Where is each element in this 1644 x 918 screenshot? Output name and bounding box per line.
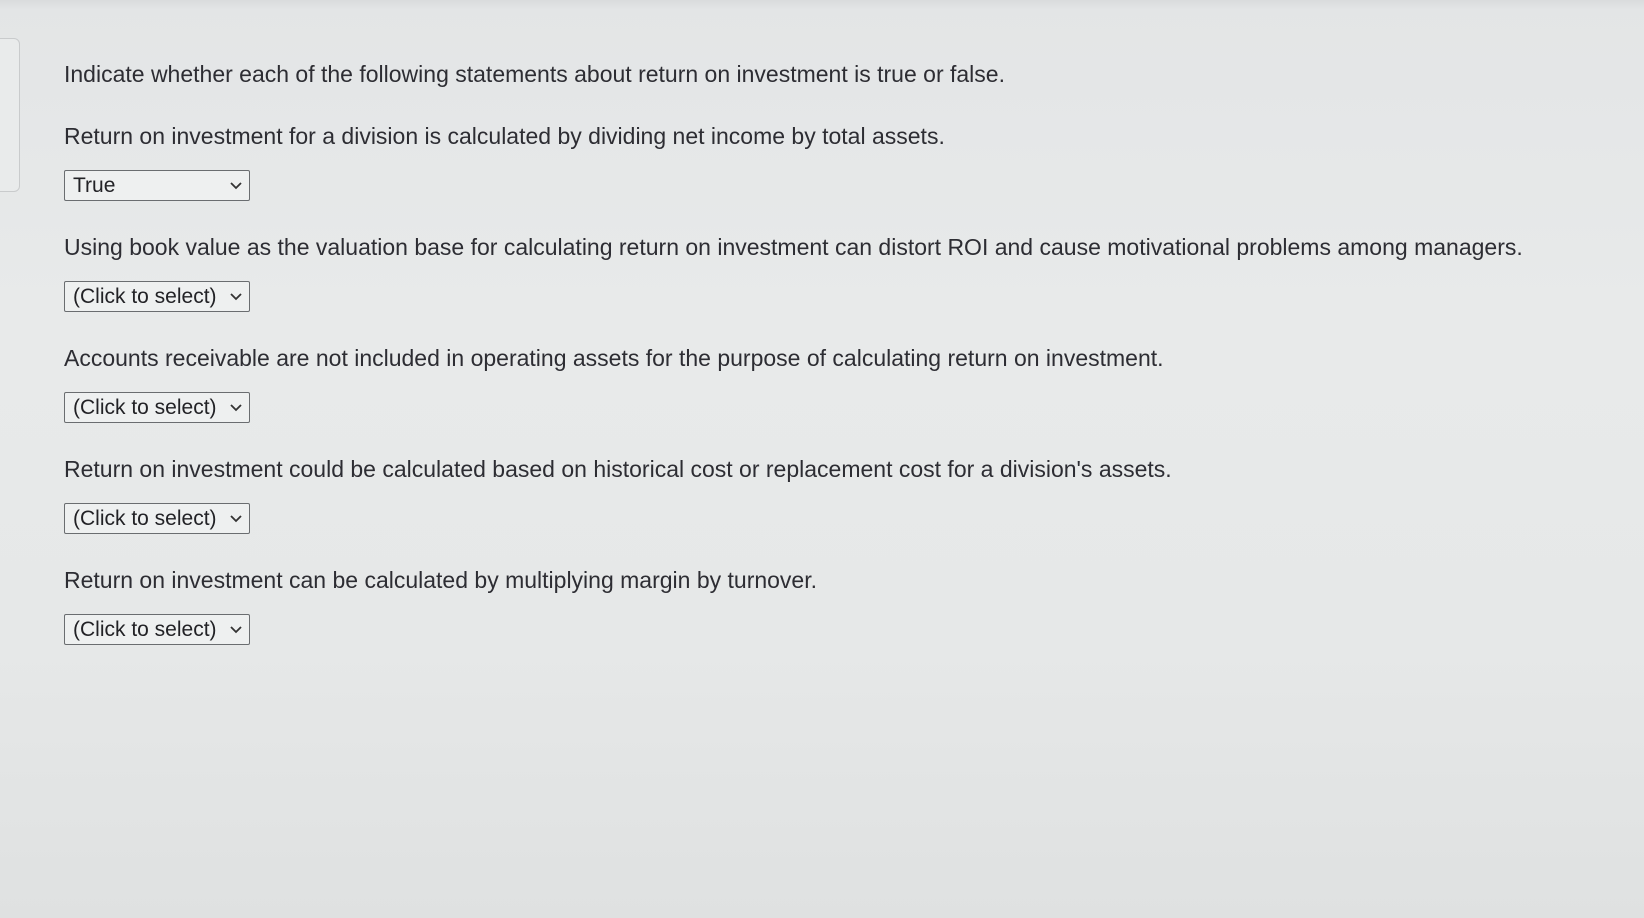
top-edge	[0, 0, 1644, 10]
dropdown-value: (Click to select)	[73, 506, 217, 530]
dropdown-value: (Click to select)	[73, 395, 217, 419]
answer-dropdown[interactable]: (Click to select)	[64, 503, 250, 534]
chevron-down-icon	[229, 512, 243, 526]
chevron-down-icon	[229, 401, 243, 415]
chevron-down-icon	[229, 623, 243, 637]
statement-block-3: Accounts receivable are not included in …	[64, 342, 1604, 453]
answer-dropdown[interactable]: (Click to select)	[64, 392, 250, 423]
statement-block-2: Using book value as the valuation base f…	[64, 231, 1604, 342]
statement-block-4: Return on investment could be calculated…	[64, 453, 1604, 564]
statement-text: Return on investment could be calculated…	[64, 456, 1172, 482]
answer-dropdown[interactable]: True	[64, 170, 250, 201]
chevron-down-icon	[229, 179, 243, 193]
instruction-text: Indicate whether each of the following s…	[64, 61, 1005, 87]
statement-text: Return on investment for a division is c…	[64, 123, 945, 149]
answer-dropdown[interactable]: (Click to select)	[64, 281, 250, 312]
question-content: Indicate whether each of the following s…	[64, 58, 1604, 675]
statement-text: Return on investment can be calculated b…	[64, 567, 818, 593]
statement-block-5: Return on investment can be calculated b…	[64, 564, 1604, 675]
statement-text: Accounts receivable are not included in …	[64, 345, 1164, 371]
statement-text: Using book value as the valuation base f…	[64, 234, 1523, 260]
chevron-down-icon	[229, 290, 243, 304]
dropdown-value: (Click to select)	[73, 617, 217, 641]
side-panel-tab[interactable]	[0, 38, 20, 192]
dropdown-value: True	[73, 173, 116, 197]
answer-dropdown[interactable]: (Click to select)	[64, 614, 250, 645]
question-page: Indicate whether each of the following s…	[0, 0, 1644, 918]
dropdown-value: (Click to select)	[73, 284, 217, 308]
statement-block-1: Return on investment for a division is c…	[64, 120, 1604, 231]
